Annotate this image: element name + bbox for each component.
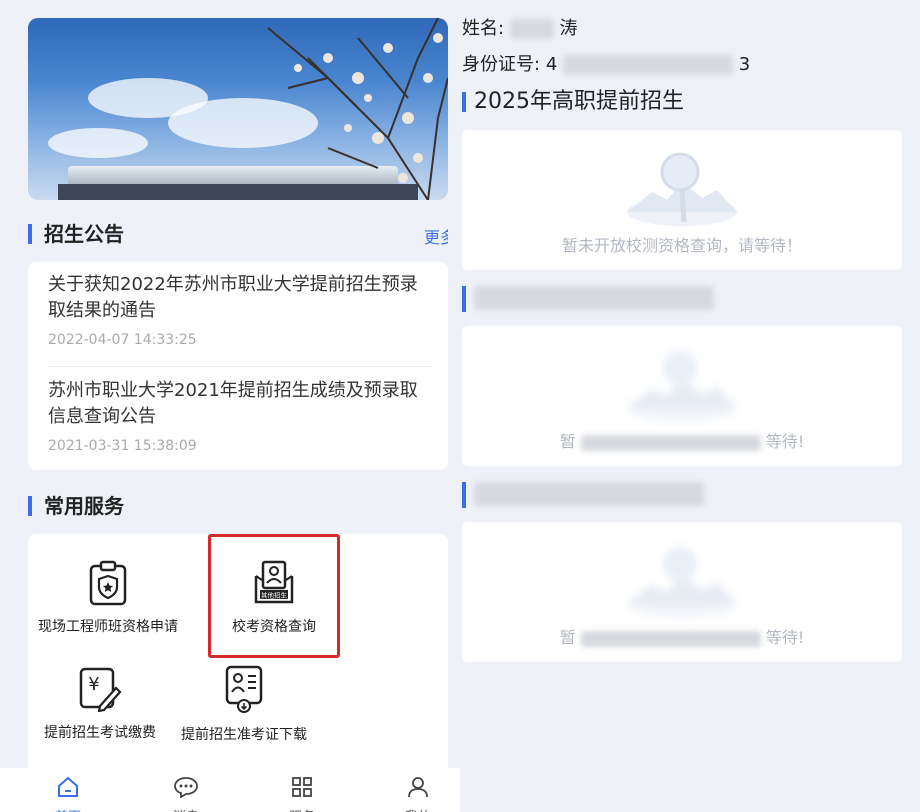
services-heading: 常用服务 [28,496,124,516]
service-label: 提前招生准考证下载 [181,727,307,743]
empty-text-tail: 等待! [765,628,805,647]
grid-icon [292,777,312,797]
user-icon [408,777,428,798]
name-label: 姓名: [462,18,505,39]
empty-state-message-redacted: 暂 等待! [462,428,902,452]
service-label: 提前招生考试缴费 [44,725,156,741]
service-label: 现场工程师班资格申请 [38,619,178,635]
nav-home[interactable]: 首页 [38,776,98,812]
nav-label: 首页 [38,806,98,812]
announcement-date: 2022-04-07 14:33:25 [48,332,197,348]
id-visible-head: 4 [545,54,558,75]
announcement-title: 关于获知2022年苏州市职业大学提前招生预录取结果的通告 [48,274,418,321]
name-visible-tail: 涛 [559,18,578,39]
redacted-id [563,55,733,75]
announcement-date: 2021-03-31 15:38:09 [48,438,197,454]
empty-text-head: 暂 [559,432,576,451]
svg-text:¥: ¥ [88,674,99,695]
service-admission-ticket-download[interactable]: 提前招生准考证下载 [176,664,312,744]
empty-search-illustration-icon [627,546,737,618]
yuan-payment-icon: ¥ [79,667,122,712]
badge-clipboard-icon [89,560,127,606]
bottom-navigation: 首页 消息 服务 我的 [0,768,460,812]
empty-state-card: 暂 等待! [462,326,902,466]
redacted-section-title [474,286,714,310]
id-visible-tail: 3 [738,54,751,75]
id-label: 身份证号: [462,54,541,75]
home-icon [58,776,78,797]
announcement-item[interactable]: 关于获知2022年苏州市职业大学提前招生预录取结果的通告 2022-04-07 … [48,272,433,348]
mobile-home-screen: 招生公告 更多 关于获知2022年苏州市职业大学提前招生预录取结果的通告 202… [0,0,460,812]
highlight-annotation-box [208,534,340,658]
empty-text-tail: 等待! [765,432,805,451]
empty-search-illustration-icon [627,152,737,226]
banner-tree-branches [267,18,448,200]
announcements-heading: 招生公告 [28,224,124,244]
empty-search-illustration-icon [627,350,737,422]
qualification-query-screen: 姓名: 涛 身份证号: 4 3 2025年高职提前招生 暂未开放校测资格查询，请… [460,0,920,812]
section-title-redacted [462,482,704,508]
redacted-text [580,434,761,451]
nav-messages[interactable]: 消息 [156,776,216,812]
redacted-section-title [474,482,704,506]
applicant-id-number: 身份证号: 4 3 [462,50,750,76]
empty-state-message: 暂未开放校测资格查询，请等待！ [561,236,802,255]
nav-services[interactable]: 服务 [272,776,332,812]
nav-label: 服务 [272,806,332,812]
empty-state-message-redacted: 暂 等待! [462,624,902,648]
empty-state-card: 暂 等待! [462,522,902,662]
announcements-list: 关于获知2022年苏州市职业大学提前招生预录取结果的通告 2022-04-07 … [28,262,448,470]
section-title-redacted [462,286,714,312]
nav-label: 我的 [388,806,448,812]
announcement-item[interactable]: 苏州市职业大学2021年提前招生成绩及预录取信息查询公告 2021-03-31 … [48,378,433,454]
divider [48,366,433,367]
service-early-admission-exam-payment[interactable]: ¥ 提前招生考试缴费 [32,666,168,742]
redacted-text [580,630,761,647]
applicant-name: 姓名: 涛 [462,14,578,40]
nav-label: 消息 [156,806,216,812]
admission-ticket-icon [225,665,263,713]
announcement-title: 苏州市职业大学2021年提前招生成绩及预录取信息查询公告 [48,380,418,427]
message-icon [174,777,198,799]
empty-text-head: 暂 [559,628,576,647]
empty-state-card: 暂未开放校测资格查询，请等待！ [462,130,902,270]
service-onsite-engineer-application[interactable]: 现场工程师班资格申请 [32,560,184,636]
redacted-name [509,19,554,39]
nav-profile[interactable]: 我的 [388,776,448,812]
announcements-more-link[interactable]: 更多 [424,224,448,248]
section-title: 2025年高职提前招生 [462,91,684,113]
campus-banner-image[interactable] [28,18,448,200]
